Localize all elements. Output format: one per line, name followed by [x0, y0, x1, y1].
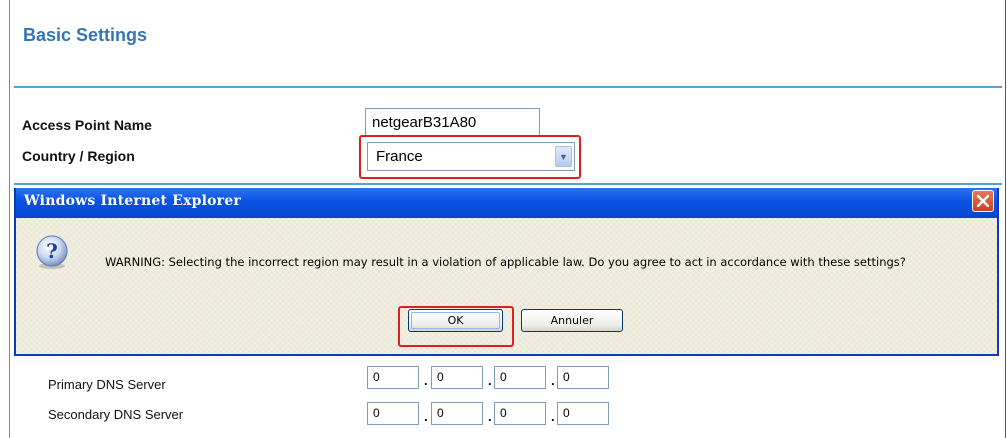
ip-separator: .: [488, 373, 492, 388]
secondary-dns-octet-4[interactable]: 0: [557, 402, 609, 425]
ip-separator: .: [551, 409, 555, 424]
close-button[interactable]: [972, 190, 994, 212]
dialog-titlebar[interactable]: Windows Internet Explorer: [16, 188, 997, 218]
primary-dns-octet-1[interactable]: 0: [367, 366, 419, 389]
svg-text:?: ?: [46, 239, 58, 263]
primary-dns-octet-3[interactable]: 0: [494, 366, 546, 389]
secondary-dns-octet-3[interactable]: 0: [494, 402, 546, 425]
router-settings-page: Basic Settings Access Point Name netgear…: [0, 0, 1007, 438]
access-point-name-input[interactable]: netgearB31A80: [365, 108, 540, 136]
close-icon: [977, 195, 989, 207]
secondary-dns-octet-2[interactable]: 0: [431, 402, 483, 425]
section-divider: [14, 86, 1002, 88]
access-point-name-label: Access Point Name: [22, 117, 152, 133]
country-highlight-box: [359, 135, 581, 179]
secondary-dns-octet-1[interactable]: 0: [367, 402, 419, 425]
cancel-button-label: Annuler: [550, 314, 594, 327]
ip-separator: .: [551, 373, 555, 388]
section-divider: [14, 183, 1002, 185]
primary-dns-octet-4[interactable]: 0: [557, 366, 609, 389]
ip-separator: .: [424, 409, 428, 424]
dialog-message: WARNING: Selecting the incorrect region …: [105, 255, 906, 269]
country-region-label: Country / Region: [22, 148, 135, 164]
primary-dns-octet-2[interactable]: 0: [431, 366, 483, 389]
dialog-title: Windows Internet Explorer: [24, 193, 241, 209]
cancel-button[interactable]: Annuler: [521, 309, 623, 332]
page-title: Basic Settings: [23, 25, 148, 45]
secondary-dns-label: Secondary DNS Server: [48, 407, 184, 422]
ip-separator: .: [424, 373, 428, 388]
question-icon: ?: [36, 235, 68, 269]
ok-highlight-box: [398, 306, 514, 347]
ip-separator: .: [488, 409, 492, 424]
primary-dns-label: Primary DNS Server: [48, 377, 166, 392]
